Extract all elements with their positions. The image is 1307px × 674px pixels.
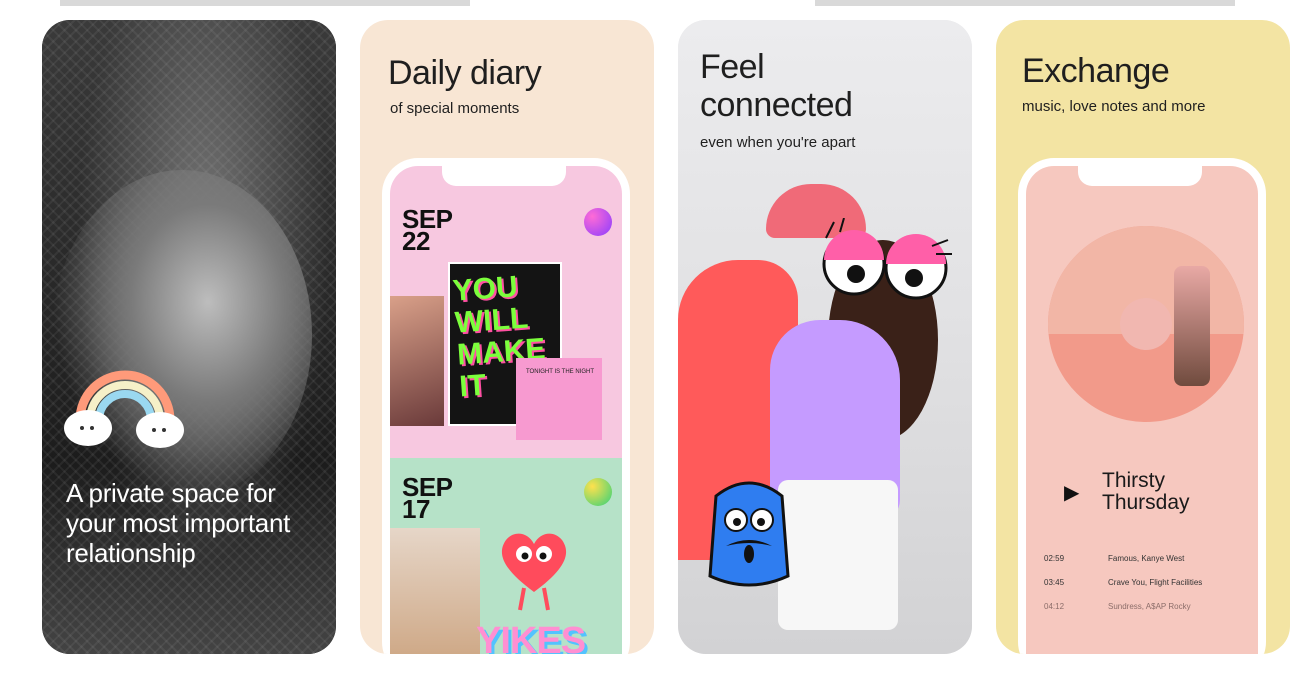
cartoon-eyes-sticker <box>822 218 952 300</box>
sticky-note: TONIGHT IS THE NIGHT <box>516 358 602 440</box>
track-name: Crave You, Flight Facilities <box>1108 578 1203 587</box>
album-art-disc <box>1048 226 1244 422</box>
couple-photo <box>52 170 312 500</box>
blue-monster-sticker <box>708 481 790 587</box>
track-name: Sundress, A$AP Rocky <box>1108 602 1191 611</box>
diary-entry-date: SEP 22 <box>402 206 453 254</box>
album-art-legs <box>1174 266 1210 386</box>
phone-mockup: SEP 22 YOU WILL MAKE IT TONIGHT IS THE N… <box>382 158 630 654</box>
track-duration: 02:59 <box>1044 554 1065 563</box>
screenshot-card-exchange[interactable]: Exchange music, love notes and more ▶ Th… <box>996 20 1290 654</box>
card-subtitle: of special moments <box>390 100 520 117</box>
screenshot-card-feel-connected[interactable]: Feel connected even when you're apart <box>678 20 972 654</box>
card-title: Exchange <box>1022 52 1170 90</box>
track-duration: 03:45 <box>1044 578 1065 587</box>
phone-mockup: ▶ Thirsty Thursday 02:59 Famous, Kanye W… <box>1018 158 1266 654</box>
rainbow-cloud-sticker <box>64 370 184 448</box>
donuts-photo <box>390 528 480 654</box>
track-row[interactable]: 03:45 Crave You, Flight Facilities <box>1044 572 1254 596</box>
track-list: 02:59 Famous, Kanye West 03:45 Crave You… <box>1044 548 1254 620</box>
play-icon[interactable]: ▶ <box>1064 480 1079 505</box>
now-playing-title: Thirsty Thursday <box>1102 469 1190 514</box>
card-title: Daily diary <box>388 54 542 92</box>
screenshot-gallery: A private space for your most important … <box>0 0 1307 674</box>
diary-screen: SEP 22 YOU WILL MAKE IT TONIGHT IS THE N… <box>390 166 622 654</box>
card-subtitle: even when you're apart <box>700 134 856 151</box>
entry-avatar-dot[interactable] <box>584 208 612 236</box>
screenshot-card-daily-diary[interactable]: Daily diary of special moments SEP 22 YO… <box>360 20 654 654</box>
track-name: Famous, Kanye West <box>1108 554 1185 563</box>
card-title: Feel connected <box>700 48 853 124</box>
track-row[interactable]: 04:12 Sundress, A$AP Rocky <box>1044 596 1254 620</box>
white-skirt <box>778 480 898 630</box>
hand-photo <box>390 296 444 426</box>
note-text: TONIGHT IS THE NIGHT <box>526 369 595 375</box>
entry-avatar-dot[interactable] <box>584 478 612 506</box>
screenshot-card-private-space[interactable]: A private space for your most important … <box>42 20 336 654</box>
track-row[interactable]: 02:59 Famous, Kanye West <box>1044 548 1254 572</box>
yikes-sticker: YIKES <box>476 620 586 654</box>
track-duration: 04:12 <box>1044 602 1065 611</box>
card-subtitle: music, love notes and more <box>1022 98 1206 115</box>
heart-character-sticker <box>501 533 567 611</box>
phone-notch <box>1078 166 1202 186</box>
phone-notch <box>442 166 566 186</box>
diary-entry-date: SEP 17 <box>402 474 453 522</box>
music-screen: ▶ Thirsty Thursday 02:59 Famous, Kanye W… <box>1026 166 1258 654</box>
disc-center <box>1120 298 1172 350</box>
card-caption: A private space for your most important … <box>66 478 291 568</box>
